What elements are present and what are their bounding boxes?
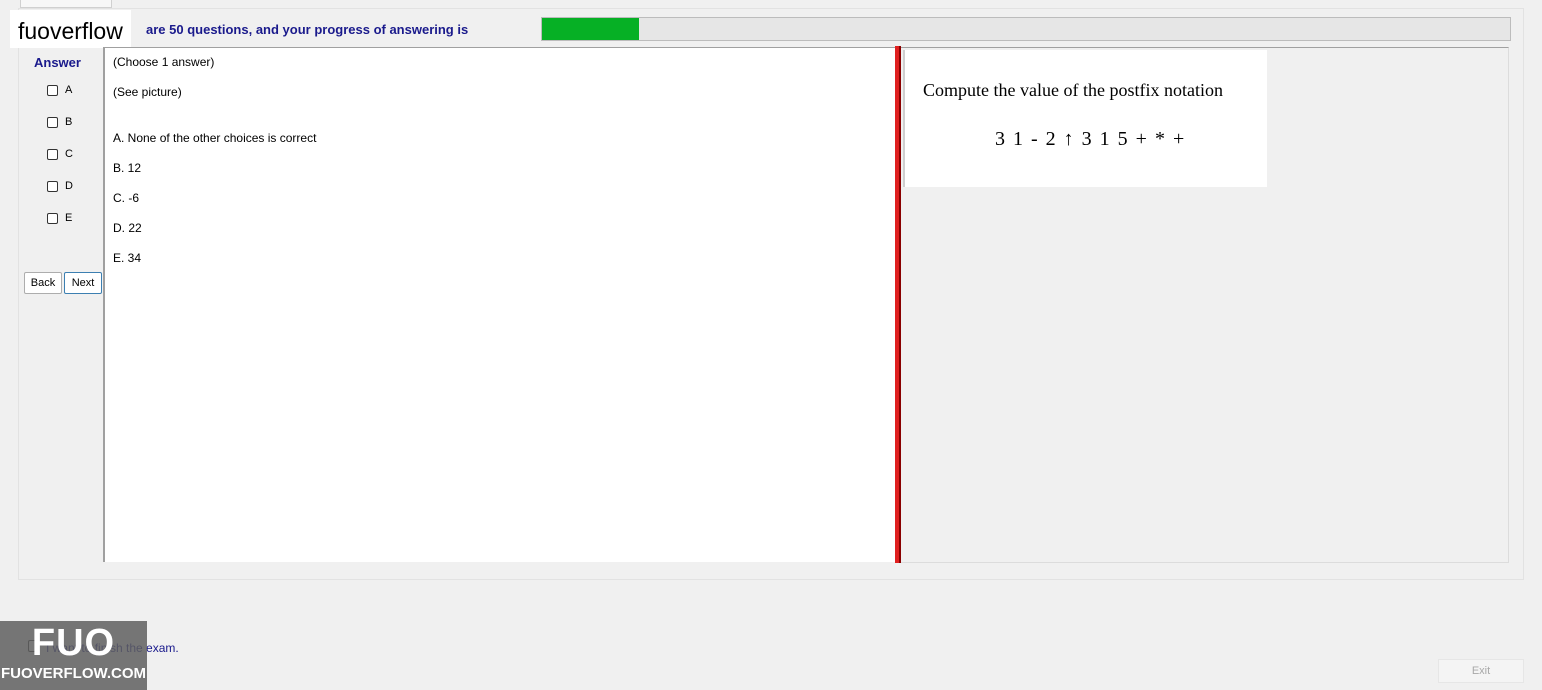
checkbox-e[interactable] — [47, 212, 58, 224]
option-d-label: D — [65, 180, 73, 192]
checkbox-b[interactable] — [47, 116, 58, 128]
option-a[interactable]: A — [47, 83, 72, 97]
checkbox-a[interactable] — [47, 84, 58, 96]
progress-text: are 50 questions, and your progress of a… — [146, 22, 469, 37]
top-tab-stub — [20, 0, 112, 8]
choice-b: B. 12 — [113, 161, 142, 175]
exit-button[interactable]: Exit — [1438, 659, 1524, 683]
question-picture: Compute the value of the postfix notatio… — [903, 50, 1267, 187]
question-instruction: (Choose 1 answer) — [113, 55, 215, 69]
brand-logo: fuoverflow — [10, 10, 131, 48]
choice-d: D. 22 — [113, 221, 142, 235]
question-prompt: (See picture) — [113, 85, 182, 99]
choice-c: C. -6 — [113, 191, 140, 205]
back-button[interactable]: Back — [24, 272, 62, 294]
checkbox-c[interactable] — [47, 148, 58, 160]
option-d[interactable]: D — [47, 179, 73, 193]
option-e[interactable]: E — [47, 211, 72, 225]
option-c[interactable]: C — [47, 147, 73, 161]
option-b[interactable]: B — [47, 115, 72, 129]
choice-a: A. None of the other choices is correct — [113, 131, 317, 145]
option-b-label: B — [65, 116, 73, 128]
option-a-label: A — [65, 84, 73, 96]
picture-expression: 3 1 - 2 ↑ 3 1 5 + * + — [995, 128, 1185, 150]
progress-bar — [541, 17, 1511, 41]
watermark-small: FUOVERFLOW.COM — [1, 665, 146, 682]
option-c-label: C — [65, 148, 73, 160]
question-panel: (Choose 1 answer) (See picture) A. None … — [103, 47, 897, 562]
watermark-big: FUO — [31, 622, 116, 664]
checkbox-d[interactable] — [47, 180, 58, 192]
choice-e: E. 34 — [113, 251, 142, 265]
next-button[interactable]: Next — [64, 272, 102, 294]
progress-fill — [542, 18, 639, 40]
picture-title: Compute the value of the postfix notatio… — [923, 80, 1223, 100]
answer-title: Answer — [34, 55, 81, 70]
option-e-label: E — [65, 212, 73, 224]
watermark-logo: FUO FUOVERFLOW.COM — [0, 621, 147, 690]
